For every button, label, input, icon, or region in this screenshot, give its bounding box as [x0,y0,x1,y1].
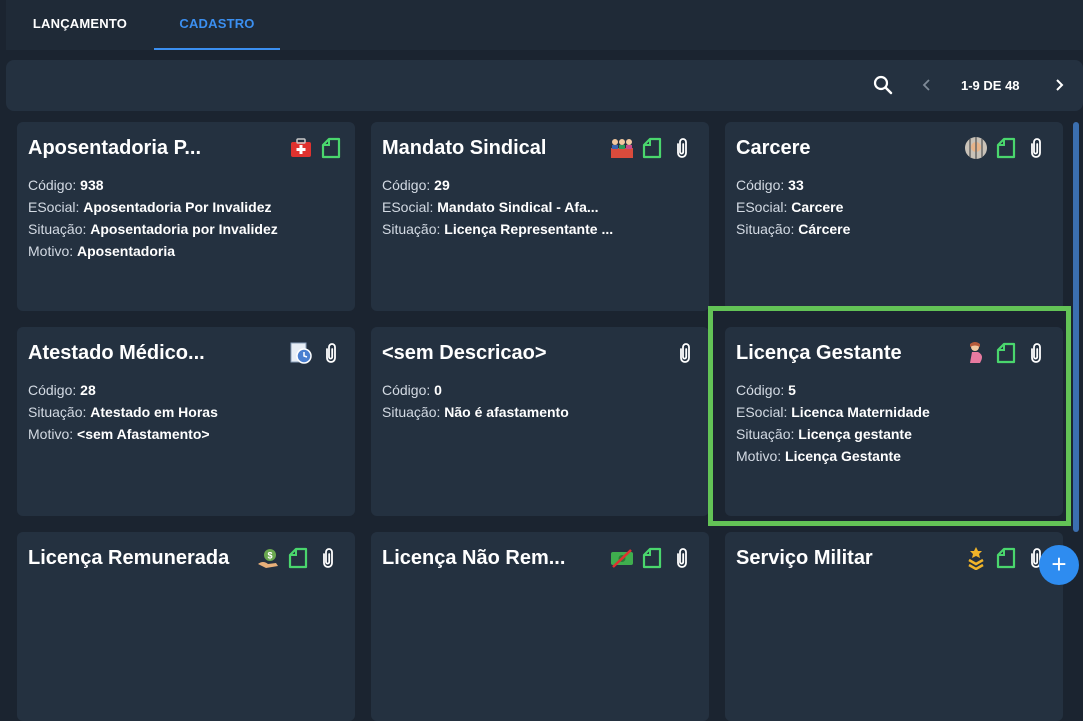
card-licenca-gestante[interactable]: Licença Gestante Código: 5 ESocial: Lice… [725,327,1063,516]
card-situacao: Situação: Cárcere [736,221,851,237]
document-icon [640,136,664,160]
card-codigo: Código: 28 [28,382,96,398]
card-icons [289,341,343,365]
card-licenca-nao-remunerada[interactable]: Licença Não Rem... [371,532,709,721]
card-title: Carcere [736,137,811,159]
card-icons [964,546,1048,570]
card-esocial: ESocial: Aposentadoria Por Invalidez [28,199,272,215]
toolbar: 1-9 DE 48 [6,60,1083,111]
card-esocial: ESocial: Licenca Maternidade [736,404,930,420]
tab-lancamento[interactable]: LANÇAMENTO [6,0,154,50]
card-atestado-medico[interactable]: Atestado Médico... Código: 28 Situação: … [17,327,355,516]
card-title: Licença Gestante [736,342,902,364]
card-codigo: Código: 29 [382,177,450,193]
document-icon [286,546,310,570]
paperclip-icon[interactable] [673,341,697,365]
card-servico-militar[interactable]: Serviço Militar [725,532,1063,721]
document-icon [640,546,664,570]
card-situacao: Situação: Não é afastamento [382,404,569,420]
pregnant-woman-icon [970,342,982,363]
tab-cadastro[interactable]: CADASTRO [154,0,280,50]
paperclip-icon[interactable] [1024,136,1048,160]
card-motivo: Motivo: Aposentadoria [28,243,176,259]
card-title: Atestado Médico... [28,342,205,364]
paperclip-icon[interactable] [670,136,694,160]
card-title: Aposentadoria P... [28,137,202,159]
card-motivo: Motivo: <sem Afastamento> [28,426,210,442]
group-icon [611,139,633,158]
card-sem-descricao[interactable]: <sem Descricao> Código: 0 Situação: Não … [371,327,709,516]
card-codigo: Código: 0 [382,382,442,398]
plus-icon: + [1051,549,1067,579]
card-icons [610,136,694,160]
pagination-range: 1-9 DE 48 [961,78,1020,93]
money-bag-icon: $ [258,549,278,568]
card-situacao: Situação: Atestado em Horas [28,404,218,420]
card-title: Mandato Sindical [382,137,547,159]
card-icons [289,136,343,160]
paperclip-icon[interactable] [670,546,694,570]
paperclip-icon[interactable] [1024,341,1048,365]
chevron-right-icon[interactable] [1050,74,1068,96]
clock-icon [290,342,312,364]
scrollbar[interactable] [1073,122,1079,532]
first-aid-kit-icon [291,138,311,157]
document-icon [319,136,343,160]
paperclip-icon[interactable] [319,341,343,365]
card-esocial: ESocial: Mandato Sindical - Afa... [382,199,599,215]
card-situacao: Situação: Licença gestante [736,426,912,442]
document-icon [994,136,1018,160]
card-icons [673,341,697,365]
svg-text:$: $ [267,551,272,561]
card-icons [964,136,1048,160]
card-situacao: Situação: Aposentadoria por Invalidez [28,221,278,237]
card-situacao: Situação: Licença Representante ... [382,221,614,237]
card-aposentadoria[interactable]: Aposentadoria P... Código: 938 ESocial: … [17,122,355,311]
prisoner-icon [965,137,987,159]
card-codigo: Código: 938 [28,177,104,193]
card-icons: $ [256,546,340,570]
card-codigo: Código: 5 [736,382,796,398]
card-licenca-remunerada[interactable]: Licença Remunerada $ [17,532,355,721]
document-icon [994,341,1018,365]
card-codigo: Código: 33 [736,177,804,193]
tab-bar: LANÇAMENTO CADASTRO [6,0,1083,50]
paperclip-icon[interactable] [316,546,340,570]
card-title: Serviço Militar [736,547,873,569]
card-motivo: Motivo: Licença Gestante [736,448,901,464]
chevron-left-icon[interactable] [918,74,936,96]
card-icons [610,546,694,570]
card-esocial: ESocial: Carcere [736,199,844,215]
card-title: Licença Não Rem... [382,547,566,569]
card-title: <sem Descricao> [382,342,547,364]
document-icon [994,546,1018,570]
search-icon[interactable] [872,74,894,96]
card-carcere[interactable]: Carcere Código: 33 ESocial: Carcere Situ… [725,122,1063,311]
no-money-icon [611,549,633,568]
card-mandato-sindical[interactable]: Mandato Sindical Código: 29 ESocial: Man… [371,122,709,311]
add-button[interactable]: + [1039,545,1079,585]
card-icons [964,341,1048,365]
military-rank-icon [968,547,984,570]
card-title: Licença Remunerada [28,547,230,569]
